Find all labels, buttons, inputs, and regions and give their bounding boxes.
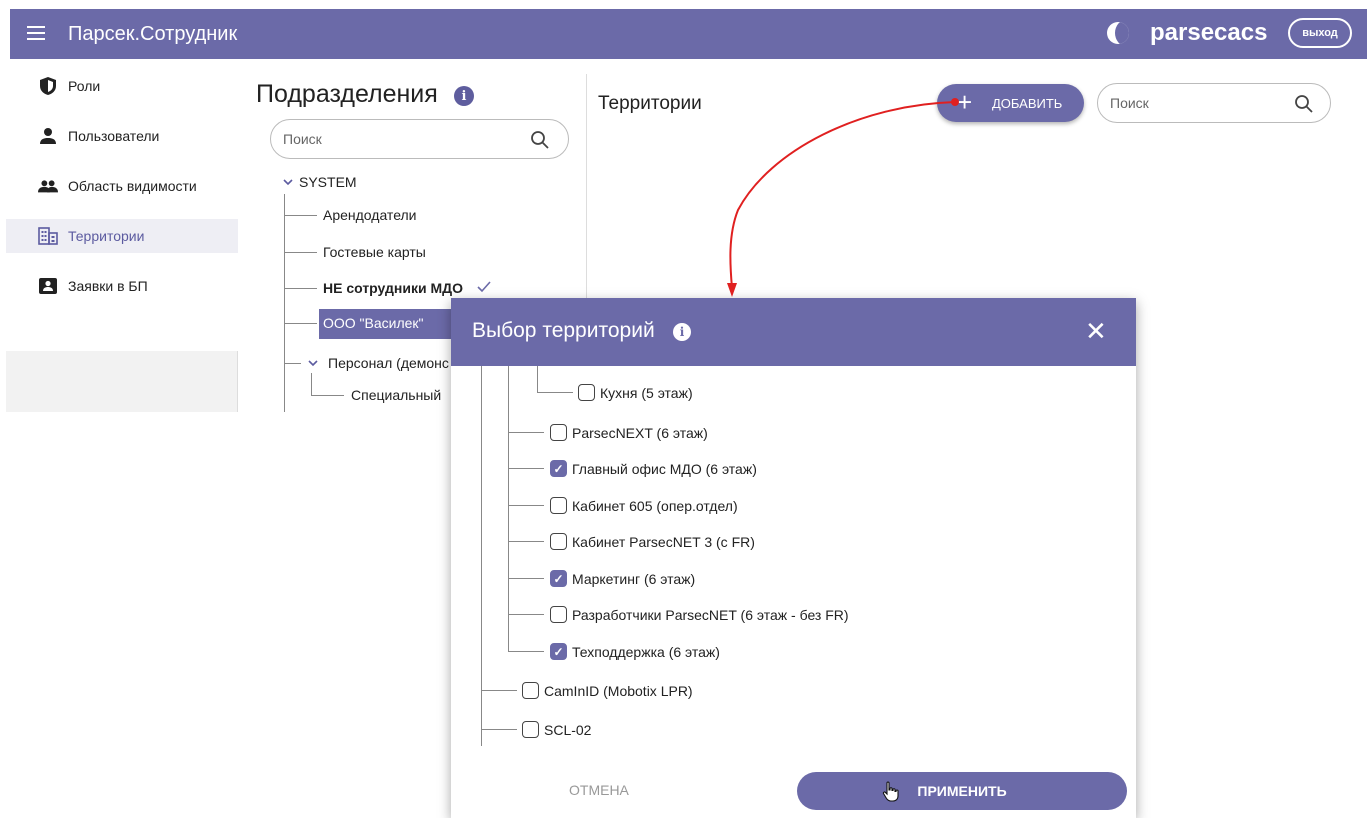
sidebar-item-label: Территории bbox=[68, 228, 145, 244]
chevron-down-icon[interactable] bbox=[307, 358, 319, 368]
territory-item[interactable]: ✓ Главный офис МДО (6 этаж) bbox=[550, 460, 757, 477]
sidebar-item-roles[interactable]: Роли bbox=[6, 69, 238, 103]
territory-item[interactable]: Кухня (5 этаж) bbox=[578, 384, 693, 401]
annotation-arrow bbox=[727, 98, 959, 297]
dialog-title: Выбор территорий bbox=[472, 319, 655, 342]
info-icon[interactable]: i bbox=[673, 323, 691, 341]
sidebar-item-requests[interactable]: Заявки в БП bbox=[6, 269, 238, 303]
close-icon[interactable]: ✕ bbox=[1085, 318, 1107, 344]
subdivisions-search bbox=[270, 119, 569, 159]
territory-item[interactable]: Кабинет ParsecNET 3 (с FR) bbox=[550, 533, 755, 550]
badge-icon bbox=[38, 276, 58, 296]
checkbox-checked[interactable]: ✓ bbox=[550, 460, 567, 477]
users-group-icon bbox=[38, 176, 58, 196]
hand-cursor-icon bbox=[882, 781, 899, 802]
search-icon[interactable] bbox=[530, 130, 550, 150]
subdivisions-title: Подразделения bbox=[256, 80, 438, 108]
parsec-logo-icon bbox=[1107, 22, 1129, 44]
tree-node[interactable]: Арендодатели bbox=[323, 207, 417, 223]
subdivisions-search-input[interactable] bbox=[283, 131, 523, 147]
territory-item[interactable]: ✓ Маркетинг (6 этаж) bbox=[550, 570, 695, 587]
apply-button[interactable]: ПРИМЕНИТЬ bbox=[797, 772, 1127, 810]
brand-name: parsecacs bbox=[1150, 19, 1268, 46]
territory-item[interactable]: CamInID (Mobotix LPR) bbox=[522, 682, 693, 699]
check-icon bbox=[477, 281, 491, 293]
checkbox[interactable] bbox=[550, 606, 567, 623]
checkbox[interactable] bbox=[578, 384, 595, 401]
territory-item[interactable]: Разработчики ParsecNET (6 этаж - без FR) bbox=[550, 606, 849, 623]
shield-icon bbox=[38, 76, 58, 96]
checkbox[interactable] bbox=[550, 497, 567, 514]
sidebar-item-label: Роли bbox=[68, 78, 101, 94]
territory-item[interactable]: Кабинет 605 (опер.отдел) bbox=[550, 497, 738, 514]
tree-node-selected[interactable]: ООО "Василек" bbox=[319, 309, 451, 339]
checkbox-checked[interactable]: ✓ bbox=[550, 570, 567, 587]
checkbox[interactable] bbox=[522, 721, 539, 738]
tree-node[interactable]: Специальный bbox=[351, 387, 441, 403]
chevron-down-icon[interactable] bbox=[282, 177, 294, 187]
sidebar: Роли Пользователи Область видимости Терр… bbox=[6, 59, 238, 412]
territory-selection-dialog: Выбор территорий i ✕ Кухня (5 этаж) Pars… bbox=[451, 298, 1136, 818]
menu-icon[interactable] bbox=[27, 26, 45, 40]
info-icon[interactable]: i bbox=[454, 86, 474, 106]
top-app-bar: Парсек.Сотрудник parsecacs выход bbox=[10, 9, 1367, 59]
checkbox[interactable] bbox=[550, 533, 567, 550]
logout-button[interactable]: выход bbox=[1288, 18, 1352, 48]
sidebar-item-label: Пользователи bbox=[68, 128, 160, 144]
tree-node-root[interactable]: SYSTEM bbox=[299, 174, 357, 190]
sidebar-item-visibility[interactable]: Область видимости bbox=[6, 169, 238, 203]
territories-title: Территории bbox=[598, 93, 702, 114]
tree-node[interactable]: Персонал (демонс bbox=[328, 355, 449, 371]
checkbox[interactable] bbox=[522, 682, 539, 699]
tree-node[interactable]: НЕ сотрудники МДО bbox=[323, 280, 463, 296]
tree-node[interactable]: Гостевые карты bbox=[323, 244, 426, 260]
sidebar-item-users[interactable]: Пользователи bbox=[6, 119, 238, 153]
app-title: Парсек.Сотрудник bbox=[68, 23, 238, 45]
cancel-button[interactable]: ОТМЕНА bbox=[569, 782, 629, 798]
sidebar-item-label: Заявки в БП bbox=[68, 278, 148, 294]
user-icon bbox=[38, 126, 58, 146]
territories-search-input[interactable] bbox=[1110, 95, 1290, 111]
sidebar-item-territories[interactable]: Территории bbox=[6, 219, 238, 253]
panel-divider bbox=[586, 74, 587, 314]
territory-item[interactable]: ParsecNEXT (6 этаж) bbox=[550, 424, 708, 441]
search-icon[interactable] bbox=[1294, 94, 1314, 114]
territories-search bbox=[1097, 83, 1331, 123]
dialog-header: Выбор территорий i ✕ bbox=[451, 298, 1136, 366]
sidebar-item-label: Область видимости bbox=[68, 178, 197, 194]
territory-item[interactable]: ✓ Техподдержка (6 этаж) bbox=[550, 643, 720, 660]
building-icon bbox=[38, 226, 58, 246]
checkbox[interactable] bbox=[550, 424, 567, 441]
checkbox-checked[interactable]: ✓ bbox=[550, 643, 567, 660]
territory-item[interactable]: SCL-02 bbox=[522, 721, 591, 738]
